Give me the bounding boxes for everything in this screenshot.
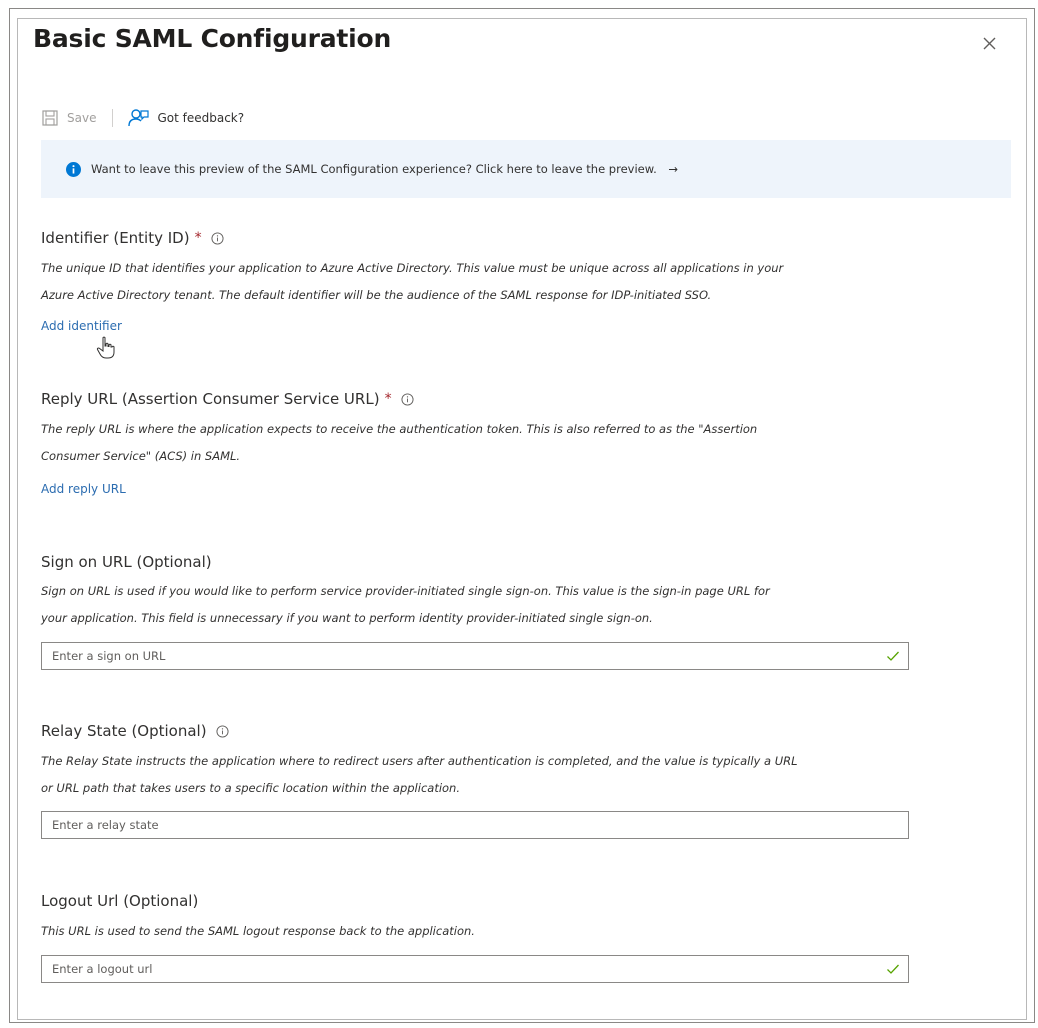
banner-text: Want to leave this preview of the SAML C…	[91, 162, 657, 176]
logout-url-label-text: Logout Url (Optional)	[41, 892, 199, 910]
relay-state-label-text: Relay State (Optional)	[41, 722, 207, 740]
reply-url-description: The reply URL is where the application e…	[41, 416, 911, 470]
required-marker: *	[194, 230, 202, 246]
relay-state-desc-line1: The Relay State instructs the applicatio…	[41, 754, 798, 768]
toolbar-divider	[112, 109, 114, 127]
logout-url-label: Logout Url (Optional)	[41, 892, 198, 910]
reply-url-label: Reply URL (Assertion Consumer Service UR…	[41, 390, 414, 408]
info-icon[interactable]	[216, 724, 229, 738]
identifier-description: The unique ID that identifies your appli…	[41, 255, 911, 309]
required-marker: *	[384, 391, 392, 407]
identifier-desc-line2: Azure Active Directory tenant. The defau…	[41, 288, 712, 302]
identifier-label-text: Identifier (Entity ID)	[41, 229, 190, 247]
relay-state-description: The Relay State instructs the applicatio…	[41, 748, 911, 802]
info-icon[interactable]	[401, 392, 414, 406]
feedback-button[interactable]: Got feedback?	[127, 107, 244, 129]
sign-on-url-label: Sign on URL (Optional)	[41, 553, 212, 571]
checkmark-icon	[886, 649, 900, 663]
close-icon	[983, 37, 996, 50]
add-identifier-link[interactable]: Add identifier	[41, 319, 122, 333]
sign-on-url-label-text: Sign on URL (Optional)	[41, 553, 212, 571]
relay-state-desc-line2: or URL path that takes users to a specif…	[41, 781, 461, 795]
identifier-desc-line1: The unique ID that identifies your appli…	[41, 261, 784, 275]
relay-state-field	[41, 811, 909, 839]
relay-state-label: Relay State (Optional)	[41, 722, 229, 740]
logout-url-input[interactable]	[42, 956, 886, 982]
preview-banner: Want to leave this preview of the SAML C…	[41, 140, 1011, 198]
sign-on-url-field	[41, 642, 909, 670]
close-button[interactable]	[978, 32, 1002, 56]
save-label: Save	[67, 111, 97, 125]
sign-on-url-desc-line2: your application. This field is unnecess…	[41, 611, 653, 625]
identifier-label: Identifier (Entity ID) *	[41, 229, 224, 247]
dialog-title: Basic SAML Configuration	[33, 24, 392, 53]
feedback-icon	[128, 109, 150, 127]
logout-url-field	[41, 955, 909, 983]
leave-preview-link[interactable]: Want to leave this preview of the SAML C…	[91, 162, 678, 176]
relay-state-input[interactable]	[42, 812, 908, 838]
checkmark-icon	[886, 962, 900, 976]
reply-url-desc-line1: The reply URL is where the application e…	[41, 422, 758, 436]
info-icon[interactable]	[211, 231, 224, 245]
info-filled-icon	[66, 161, 81, 177]
add-reply-url-link[interactable]: Add reply URL	[41, 482, 126, 496]
save-icon	[42, 110, 58, 126]
save-button[interactable]: Save	[41, 109, 96, 127]
sign-on-url-desc-line1: Sign on URL is used if you would like to…	[41, 584, 770, 598]
arrow-right-icon: →	[668, 162, 679, 176]
hand-cursor-icon	[96, 336, 115, 359]
logout-url-description: This URL is used to send the SAML logout…	[41, 918, 911, 945]
toolbar: Save Got feedback?	[41, 106, 244, 130]
sign-on-url-input[interactable]	[42, 643, 886, 669]
sign-on-url-description: Sign on URL is used if you would like to…	[41, 578, 911, 632]
logout-url-desc-line1: This URL is used to send the SAML logout…	[41, 924, 475, 938]
reply-url-desc-line2: Consumer Service" (ACS) in SAML.	[41, 449, 241, 463]
reply-url-label-text: Reply URL (Assertion Consumer Service UR…	[41, 390, 380, 408]
feedback-label: Got feedback?	[157, 111, 245, 125]
